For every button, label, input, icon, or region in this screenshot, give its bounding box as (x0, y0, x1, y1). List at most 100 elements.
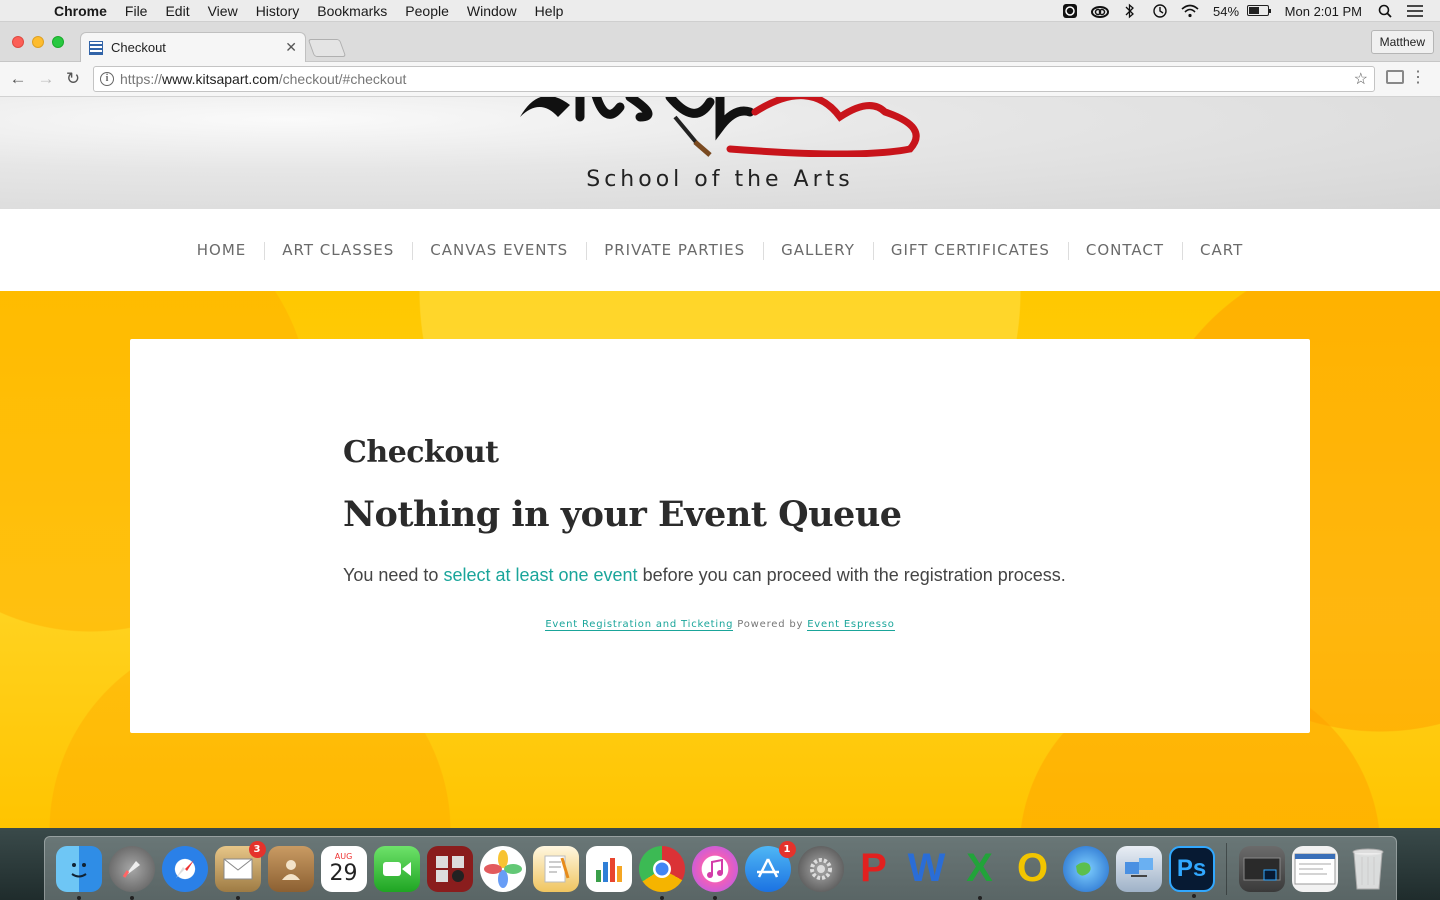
page-title: Checkout (343, 435, 499, 470)
address-bar[interactable]: i https://www.kitsapart.com/checkout/#ch… (93, 66, 1375, 92)
powered-by-text: Powered by (733, 619, 808, 630)
publisher-icon[interactable]: P (851, 846, 897, 892)
itunes-icon[interactable] (691, 845, 738, 900)
safari-icon[interactable] (161, 845, 208, 892)
message-before: You need to (343, 565, 444, 585)
macos-menu-bar: Chrome File Edit View History Bookmarks … (0, 0, 1440, 22)
nav-private-parties[interactable]: PRIVATE PARTIES (586, 241, 763, 260)
dock-separator (1226, 842, 1227, 895)
word-icon[interactable]: W (904, 846, 950, 892)
logo-subtitle: School of the Arts (586, 167, 854, 192)
bookmark-star-icon[interactable]: ☆ (1354, 69, 1368, 89)
battery-percent: 54% (1213, 3, 1240, 19)
mail-icon[interactable]: 3 (214, 840, 266, 900)
site-info-icon[interactable]: i (100, 72, 114, 86)
battery-status[interactable]: 54% (1213, 3, 1271, 19)
outlook-icon[interactable]: O (1010, 846, 1056, 892)
kitsap-art-logo[interactable] (510, 97, 930, 157)
nav-art-classes[interactable]: ART CLASSES (264, 241, 412, 260)
time-machine-icon[interactable] (1149, 3, 1171, 19)
finder-icon[interactable] (55, 845, 102, 900)
bluetooth-icon[interactable] (1119, 3, 1141, 19)
wifi-icon[interactable] (1179, 3, 1201, 19)
macos-dock: 3 AUG 29 1 P W X O Ps (44, 836, 1397, 900)
calendar-day: 29 (329, 860, 358, 886)
calendar-month: AUG (334, 851, 353, 861)
menu-app-chrome[interactable]: Chrome (52, 0, 116, 22)
menu-bookmarks[interactable]: Bookmarks (308, 0, 396, 22)
photo-booth-icon[interactable] (426, 845, 473, 892)
site-navigation: HOME ART CLASSES CANVAS EVENTS PRIVATE P… (0, 209, 1440, 291)
cast-icon[interactable] (1386, 70, 1404, 84)
site-header: School of the Arts (0, 97, 1440, 209)
nav-contact[interactable]: CONTACT (1067, 241, 1182, 260)
menu-window[interactable]: Window (458, 0, 526, 22)
profile-button[interactable]: Matthew (1370, 30, 1434, 54)
site-favicon-icon (89, 40, 103, 55)
menu-help[interactable]: Help (526, 0, 573, 22)
window-close-button[interactable] (12, 36, 24, 48)
creative-cloud-icon[interactable] (1089, 3, 1111, 19)
app-store-icon[interactable]: 1 (744, 840, 796, 892)
nav-cart[interactable]: CART (1182, 241, 1261, 260)
spotlight-search-icon[interactable] (1374, 3, 1396, 19)
empty-queue-message: You need to select at least one event be… (343, 565, 1103, 586)
menu-view[interactable]: View (199, 0, 247, 22)
nav-home[interactable]: HOME (179, 241, 265, 259)
browser-tab-strip: Checkout ✕ Matthew (0, 22, 1440, 62)
web-page: School of the Arts HOME ART CLASSES CANV… (0, 97, 1440, 828)
forward-arrow-icon[interactable]: → (36, 69, 56, 89)
battery-icon (1246, 4, 1271, 16)
app-store-badge: 1 (778, 840, 796, 858)
window-zoom-button[interactable] (52, 36, 64, 48)
url-domain: www.kitsapart.com (162, 71, 279, 87)
migration-assistant-icon[interactable] (1115, 845, 1162, 892)
calendar-icon[interactable]: AUG 29 (320, 845, 367, 892)
trash-icon[interactable] (1345, 846, 1391, 892)
minimized-window-photoshop[interactable] (1238, 845, 1285, 892)
notification-center-icon[interactable] (1404, 3, 1426, 19)
menu-file[interactable]: File (116, 0, 157, 22)
facetime-icon[interactable] (373, 845, 420, 892)
mail-badge: 3 (248, 840, 266, 858)
back-arrow-icon[interactable]: ← (8, 69, 28, 89)
event-espresso-link[interactable]: Event Espresso (807, 619, 895, 631)
nav-gallery[interactable]: GALLERY (763, 241, 873, 260)
app-status-icon[interactable] (1059, 3, 1081, 19)
tab-close-icon[interactable]: ✕ (285, 39, 297, 56)
network-globe-icon[interactable] (1062, 845, 1109, 892)
checkout-content: Checkout Nothing in your Event Queue You… (343, 435, 1103, 586)
photoshop-icon[interactable]: Ps (1168, 845, 1215, 898)
url-path: /checkout/#checkout (278, 71, 407, 87)
tab-checkout[interactable]: Checkout ✕ (80, 32, 306, 62)
empty-queue-heading: Nothing in your Event Queue (343, 494, 902, 535)
url-prefix: https:// (120, 71, 163, 87)
chrome-menu-icon[interactable]: ⋮ (1410, 68, 1426, 88)
excel-icon[interactable]: X (957, 846, 1003, 900)
menubar-clock[interactable]: Mon 2:01 PM (1285, 4, 1362, 19)
nav-canvas-events[interactable]: CANVAS EVENTS (412, 241, 586, 260)
menu-history[interactable]: History (247, 0, 309, 22)
pages-icon[interactable] (532, 845, 579, 892)
powered-by-footer: Event Registration and Ticketing Powered… (130, 619, 1310, 631)
select-event-link[interactable]: select at least one event (443, 565, 637, 585)
system-preferences-icon[interactable] (797, 845, 844, 892)
menu-people[interactable]: People (396, 0, 458, 22)
window-minimize-button[interactable] (32, 36, 44, 48)
minimized-window-document[interactable] (1291, 845, 1338, 892)
browser-toolbar: ← → ↻ i https://www.kitsapart.com/checko… (0, 62, 1440, 97)
tab-title: Checkout (111, 40, 166, 55)
new-tab-button[interactable] (307, 39, 347, 57)
event-registration-link[interactable]: Event Registration and Ticketing (545, 619, 734, 631)
nav-gift-certificates[interactable]: GIFT CERTIFICATES (872, 241, 1068, 260)
launchpad-icon[interactable] (108, 845, 155, 900)
photos-icon[interactable] (479, 845, 526, 892)
message-after: before you can proceed with the registra… (637, 565, 1066, 585)
numbers-icon[interactable] (585, 845, 632, 892)
menu-edit[interactable]: Edit (156, 0, 198, 22)
window-controls (12, 36, 64, 48)
contacts-icon[interactable] (267, 845, 314, 892)
checkout-card: Checkout Nothing in your Event Queue You… (130, 339, 1310, 733)
chrome-icon[interactable] (638, 845, 685, 900)
reload-icon[interactable]: ↻ (63, 69, 83, 89)
